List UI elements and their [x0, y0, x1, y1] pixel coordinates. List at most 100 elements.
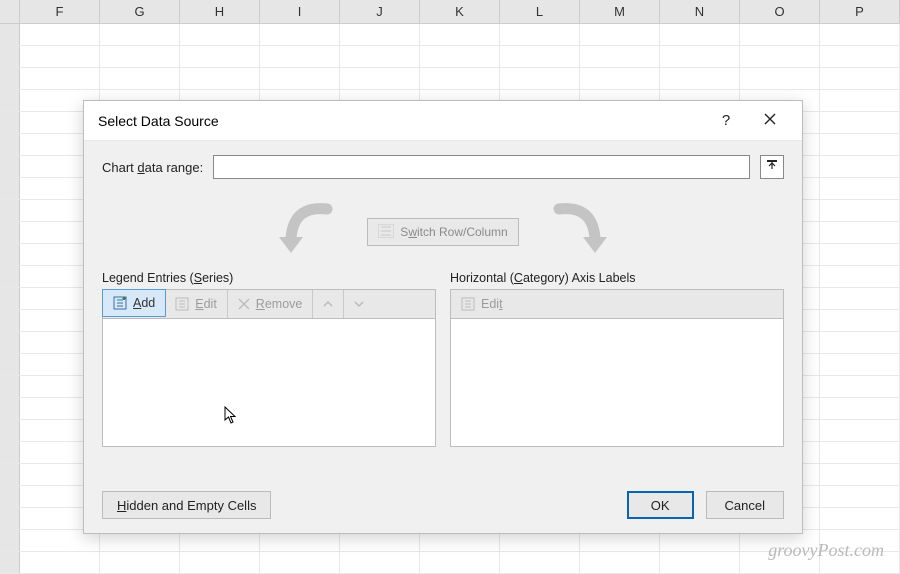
- cell[interactable]: [20, 68, 100, 89]
- cell[interactable]: [820, 134, 900, 155]
- cell[interactable]: [420, 46, 500, 67]
- cell[interactable]: [820, 420, 900, 441]
- cell[interactable]: [500, 24, 580, 45]
- cell[interactable]: [340, 552, 420, 573]
- hidden-empty-cells-button[interactable]: Hidden and Empty Cells: [102, 491, 271, 519]
- row-header[interactable]: [0, 24, 20, 45]
- cell[interactable]: [100, 24, 180, 45]
- chart-data-range-input[interactable]: [213, 155, 750, 179]
- cell[interactable]: [500, 552, 580, 573]
- cell[interactable]: [100, 552, 180, 573]
- cell[interactable]: [20, 24, 100, 45]
- row-header[interactable]: [0, 112, 20, 133]
- cell[interactable]: [340, 24, 420, 45]
- help-button[interactable]: ?: [704, 101, 748, 141]
- cell[interactable]: [260, 552, 340, 573]
- cell[interactable]: [660, 68, 740, 89]
- column-header[interactable]: F: [20, 0, 100, 23]
- axis-labels-list[interactable]: [450, 319, 784, 447]
- legend-series-list[interactable]: [102, 319, 436, 447]
- column-header[interactable]: M: [580, 0, 660, 23]
- column-header[interactable]: N: [660, 0, 740, 23]
- cell[interactable]: [820, 90, 900, 111]
- cell[interactable]: [420, 24, 500, 45]
- cell[interactable]: [820, 24, 900, 45]
- cell[interactable]: [20, 46, 100, 67]
- cell[interactable]: [740, 46, 820, 67]
- cell[interactable]: [740, 552, 820, 573]
- cell[interactable]: [580, 68, 660, 89]
- cell[interactable]: [820, 332, 900, 353]
- ok-button[interactable]: OK: [627, 491, 694, 519]
- cell[interactable]: [580, 552, 660, 573]
- cell[interactable]: [820, 310, 900, 331]
- cell[interactable]: [820, 486, 900, 507]
- row-header[interactable]: [0, 200, 20, 221]
- row-header[interactable]: [0, 222, 20, 243]
- cell[interactable]: [820, 442, 900, 463]
- cell[interactable]: [820, 530, 900, 551]
- cell[interactable]: [820, 288, 900, 309]
- row-header[interactable]: [0, 376, 20, 397]
- cell[interactable]: [820, 266, 900, 287]
- cell[interactable]: [340, 68, 420, 89]
- row-header[interactable]: [0, 332, 20, 353]
- cell[interactable]: [180, 46, 260, 67]
- cell[interactable]: [820, 178, 900, 199]
- column-header[interactable]: I: [260, 0, 340, 23]
- row-header[interactable]: [0, 266, 20, 287]
- cell[interactable]: [260, 68, 340, 89]
- row-header[interactable]: [0, 310, 20, 331]
- cell[interactable]: [820, 354, 900, 375]
- cell[interactable]: [820, 376, 900, 397]
- cell[interactable]: [340, 46, 420, 67]
- cell[interactable]: [180, 552, 260, 573]
- cell[interactable]: [20, 552, 100, 573]
- cell[interactable]: [820, 508, 900, 529]
- column-header[interactable]: L: [500, 0, 580, 23]
- cell[interactable]: [820, 156, 900, 177]
- cell[interactable]: [820, 222, 900, 243]
- row-header[interactable]: [0, 530, 20, 551]
- cell[interactable]: [820, 200, 900, 221]
- row-header[interactable]: [0, 68, 20, 89]
- cell[interactable]: [740, 68, 820, 89]
- row-header[interactable]: [0, 156, 20, 177]
- row-header[interactable]: [0, 288, 20, 309]
- row-header[interactable]: [0, 420, 20, 441]
- row-header[interactable]: [0, 442, 20, 463]
- cell[interactable]: [580, 24, 660, 45]
- row-header[interactable]: [0, 464, 20, 485]
- add-series-button[interactable]: Add: [102, 289, 166, 317]
- cell[interactable]: [820, 112, 900, 133]
- row-header[interactable]: [0, 398, 20, 419]
- cell[interactable]: [500, 46, 580, 67]
- row-header[interactable]: [0, 508, 20, 529]
- row-header[interactable]: [0, 486, 20, 507]
- row-header[interactable]: [0, 46, 20, 67]
- cell[interactable]: [820, 46, 900, 67]
- cell[interactable]: [820, 464, 900, 485]
- column-header[interactable]: H: [180, 0, 260, 23]
- cell[interactable]: [180, 68, 260, 89]
- row-header[interactable]: [0, 244, 20, 265]
- cell[interactable]: [660, 24, 740, 45]
- row-header[interactable]: [0, 354, 20, 375]
- cancel-button[interactable]: Cancel: [706, 491, 784, 519]
- cell[interactable]: [180, 24, 260, 45]
- cell[interactable]: [660, 552, 740, 573]
- column-header[interactable]: G: [100, 0, 180, 23]
- cell[interactable]: [820, 398, 900, 419]
- cell[interactable]: [820, 552, 900, 573]
- close-button[interactable]: [748, 101, 792, 141]
- row-header[interactable]: [0, 90, 20, 111]
- range-picker-button[interactable]: [760, 155, 784, 179]
- cell[interactable]: [100, 68, 180, 89]
- cell[interactable]: [820, 244, 900, 265]
- cell[interactable]: [420, 68, 500, 89]
- column-header[interactable]: J: [340, 0, 420, 23]
- row-header[interactable]: [0, 552, 20, 573]
- column-header[interactable]: O: [740, 0, 820, 23]
- cell[interactable]: [740, 24, 820, 45]
- cell[interactable]: [100, 46, 180, 67]
